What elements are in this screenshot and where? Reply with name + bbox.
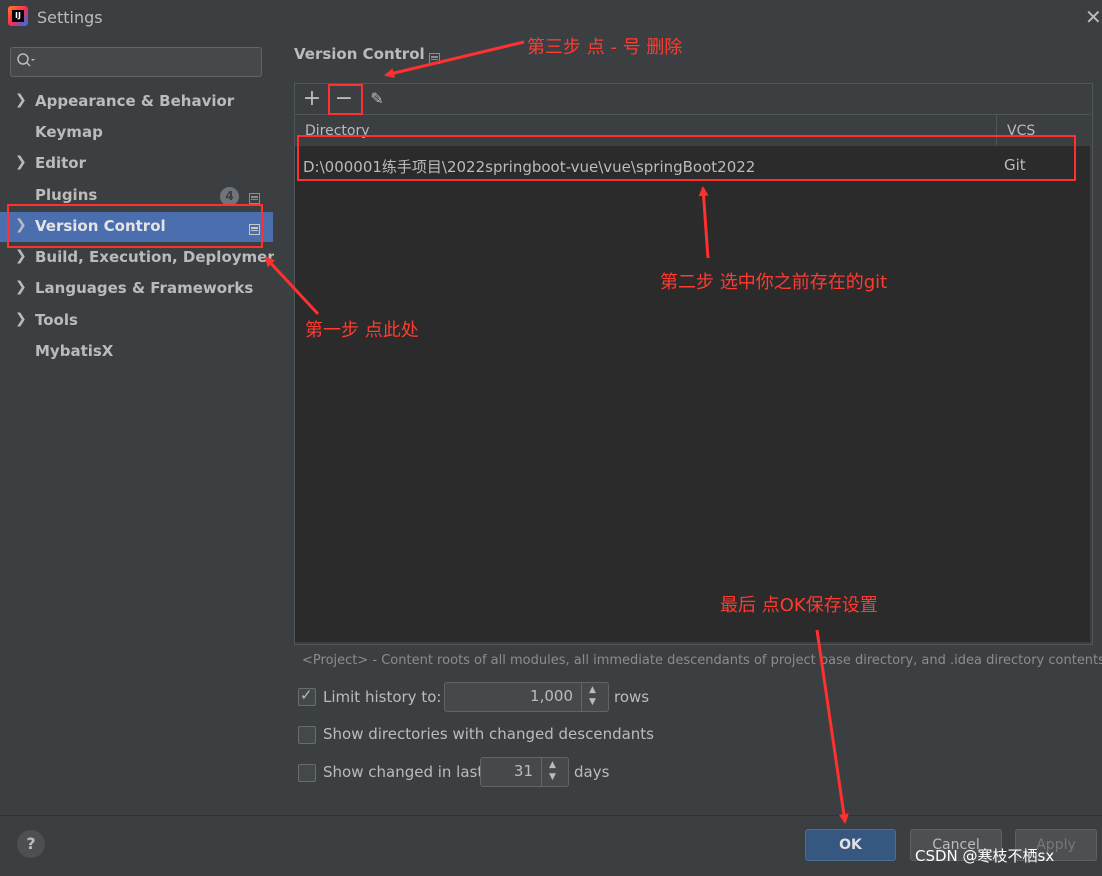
sidebar-item-appearance-behavior[interactable]: ❯ Appearance & Behavior <box>0 87 273 117</box>
project-hint-text: <Project> - Content roots of all modules… <box>302 653 1102 668</box>
edit-pencil-icon[interactable]: ✎ <box>365 87 389 111</box>
project-scope-icon <box>249 190 260 204</box>
sidebar-item-keymap[interactable]: Keymap <box>0 118 273 148</box>
close-icon[interactable]: ✕ <box>1085 6 1102 28</box>
sidebar-item-label: Appearance & Behavior <box>35 92 235 110</box>
show-changed-suffix: days <box>574 763 610 781</box>
annotation-step3: 第三步 点 - 号 删除 <box>527 37 683 58</box>
show-changed-label: Show changed in last <box>323 763 484 781</box>
table-body <box>295 146 1090 642</box>
sidebar-item-label: Build, Execution, Deployment <box>35 248 286 266</box>
annotation-step2: 第二步 选中你之前存在的git <box>660 272 888 293</box>
help-button[interactable]: ? <box>17 830 45 858</box>
sidebar-item-tools[interactable]: ❯ Tools <box>0 306 273 336</box>
window-title: Settings <box>37 8 103 27</box>
sidebar-item-mybatisx[interactable]: MybatisX <box>0 337 273 367</box>
annotation-step1: 第一步 点此处 <box>305 320 419 341</box>
limit-history-label: Limit history to: <box>323 688 442 706</box>
project-scope-icon <box>429 50 440 64</box>
sidebar-item-label: Languages & Frameworks <box>35 279 254 297</box>
show-changed-value: 31 <box>513 762 533 780</box>
chevron-right-icon: ❯ <box>15 248 27 264</box>
sidebar-item-languages-frameworks[interactable]: ❯ Languages & Frameworks <box>0 274 273 304</box>
stepper-arrows-icon[interactable]: ▲ ▼ <box>541 758 568 786</box>
annotation-box-git-row <box>297 135 1076 181</box>
show-changed-checkbox[interactable] <box>298 764 316 782</box>
limit-history-stepper[interactable]: 1,000 ▲ ▼ <box>444 682 609 712</box>
sidebar-item-label: Editor <box>35 154 86 172</box>
csdn-watermark: CSDN @寒枝不栖sx <box>915 847 1055 865</box>
table-toolbar <box>295 84 1090 114</box>
sidebar-item-label: MybatisX <box>35 342 114 360</box>
chevron-right-icon: ❯ <box>15 154 27 170</box>
search-input[interactable] <box>10 47 262 77</box>
sidebar-item-editor[interactable]: ❯ Editor <box>0 149 273 179</box>
sidebar-item-label: Plugins <box>35 186 98 204</box>
intellij-logo-icon: IJ <box>8 6 28 26</box>
page-title: Version Control <box>294 45 425 63</box>
sidebar-item-label: Tools <box>35 311 78 329</box>
annotation-final: 最后 点OK保存设置 <box>720 595 878 616</box>
annotation-box-version-control <box>7 204 263 248</box>
add-mapping-button[interactable]: + <box>300 87 324 111</box>
title-bar <box>0 0 1102 36</box>
limit-history-suffix: rows <box>614 688 650 706</box>
show-dirs-label: Show directories with changed descendant… <box>323 725 654 743</box>
show-changed-days-stepper[interactable]: 31 ▲ ▼ <box>480 757 569 787</box>
show-dirs-checkbox[interactable] <box>298 726 316 744</box>
stepper-arrows-icon[interactable]: ▲ ▼ <box>581 683 608 711</box>
search-icon[interactable] <box>16 51 36 71</box>
annotation-box-remove-button <box>328 84 363 115</box>
limit-history-value: 1,000 <box>530 687 573 705</box>
chevron-right-icon: ❯ <box>15 279 27 295</box>
chevron-right-icon: ❯ <box>15 311 27 327</box>
limit-history-checkbox[interactable] <box>298 686 316 706</box>
chevron-right-icon: ❯ <box>15 92 27 108</box>
ok-button[interactable]: OK <box>805 829 896 861</box>
sidebar-item-label: Keymap <box>35 123 103 141</box>
